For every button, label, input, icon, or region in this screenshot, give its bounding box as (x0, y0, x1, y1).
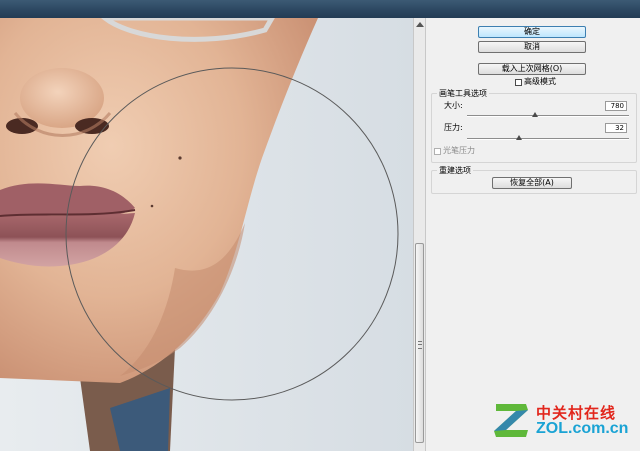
pressure-slider-track[interactable] (467, 138, 629, 140)
size-slider-track[interactable] (467, 115, 629, 117)
vertical-scrollbar[interactable] (413, 18, 426, 451)
reconstruct-options-title: 重建选项 (437, 166, 473, 176)
ok-button[interactable]: 确定 (478, 26, 586, 38)
pressure-input[interactable]: 32 (605, 123, 627, 133)
brush-options-title: 画笔工具选项 (437, 89, 489, 99)
size-input[interactable]: 780 (605, 101, 627, 111)
stylus-pressure-label: 光笔压力 (443, 146, 475, 155)
advanced-mode-checkbox[interactable] (515, 79, 522, 86)
zol-logo-icon (494, 404, 528, 437)
scrollbar-thumb[interactable] (415, 243, 424, 443)
size-slider-knob[interactable] (532, 112, 539, 117)
size-label: 大小: (444, 101, 463, 110)
pressure-label: 压力: (444, 123, 463, 132)
cancel-button[interactable]: 取消 (478, 41, 586, 53)
grip-icon (418, 341, 422, 349)
restore-all-button[interactable]: 恢复全部(A) (492, 177, 572, 189)
zol-watermark-en: ZOL.com.cn (536, 420, 629, 437)
pressure-slider-knob[interactable] (515, 135, 522, 140)
scroll-up-arrow-icon[interactable] (416, 22, 424, 27)
stylus-pressure-checkbox[interactable] (434, 148, 441, 155)
options-panel: 确定 取消 载入上次网格(O) 高级模式 画笔工具选项 大小: 780 压力: … (427, 18, 640, 451)
load-last-mesh-button[interactable]: 载入上次网格(O) (478, 63, 586, 75)
window-title-bar (0, 0, 640, 18)
zol-watermark: 中关村在线 ZOL.com.cn (492, 398, 637, 442)
advanced-mode-label: 高级模式 (524, 77, 556, 86)
photo-face (0, 18, 413, 451)
liquify-preview-canvas[interactable] (0, 18, 413, 451)
